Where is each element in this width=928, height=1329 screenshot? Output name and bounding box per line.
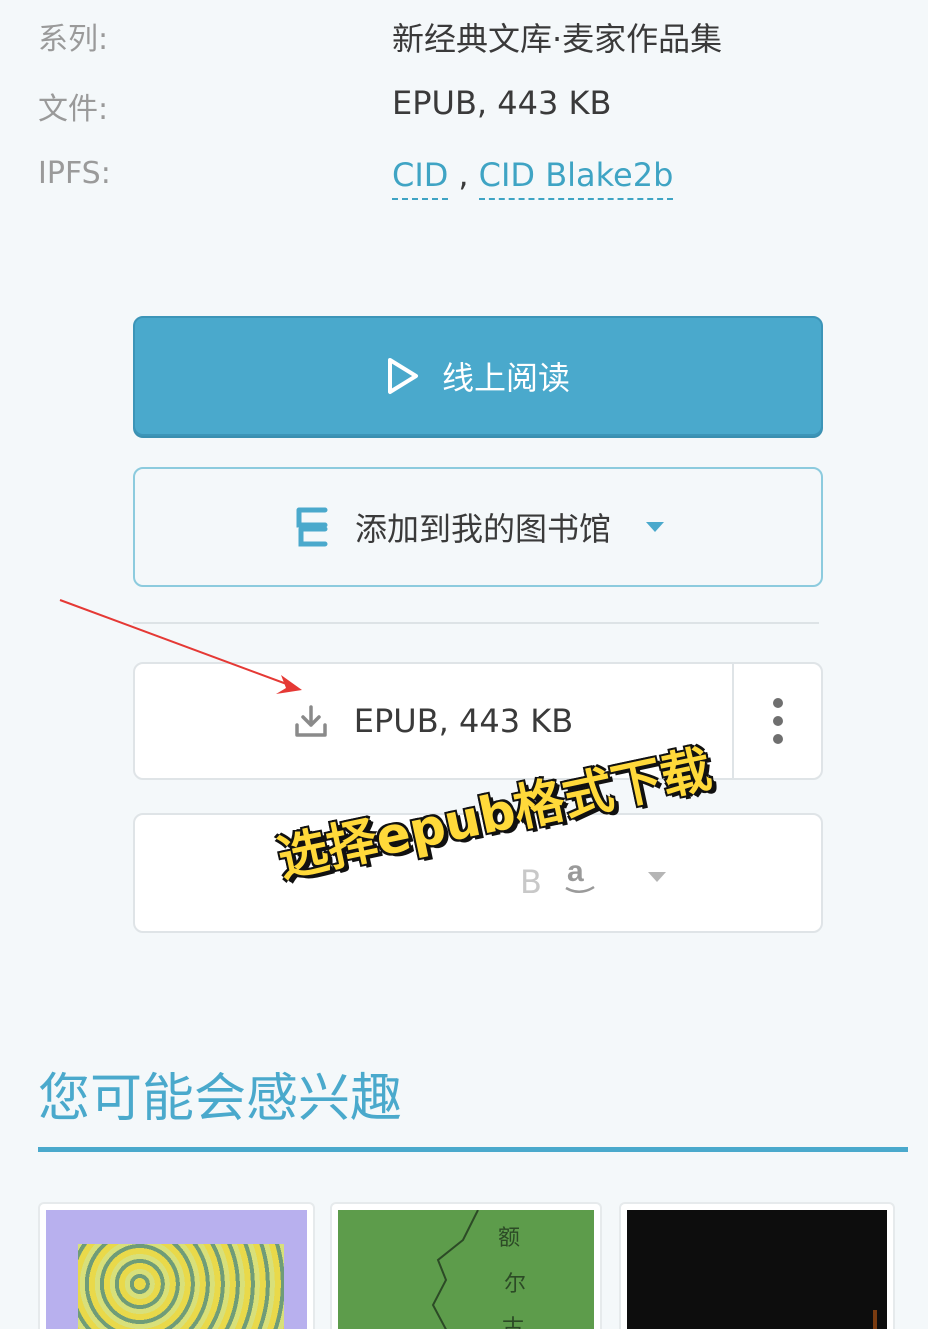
meta-row-file: 文件: EPUB, 443 KB	[0, 84, 928, 144]
read-online-label: 线上阅读	[441, 359, 570, 397]
recommend-rule	[38, 1147, 908, 1152]
book-cover-map-line	[431, 1210, 479, 1329]
book-cover-3	[627, 1210, 887, 1329]
book-cover-glyph-2: 尔	[504, 1272, 527, 1297]
add-to-library-button[interactable]: 添加到我的图书馆	[133, 467, 823, 587]
file-label: 文件:	[38, 92, 109, 127]
book-cover-2: 额 尔 古	[338, 1210, 594, 1329]
meta-row-ipfs: IPFS: CID, CID Blake2b	[0, 156, 928, 216]
amazon-icon: a	[563, 853, 597, 897]
download-icon	[294, 704, 328, 738]
add-to-library-label: 添加到我的图书馆	[354, 510, 611, 548]
send-caret-down-icon	[647, 871, 667, 883]
ipfs-separator: ,	[458, 156, 469, 194]
book-cover-glyph-3: 古	[502, 1316, 525, 1329]
caret-down-icon[interactable]	[645, 521, 665, 533]
book-card-2[interactable]: 额 尔 古	[330, 1202, 602, 1329]
download-label: EPUB, 443 KB	[353, 702, 574, 740]
series-label: 系列:	[38, 22, 109, 57]
more-vertical-icon	[772, 698, 784, 744]
svg-text:a: a	[567, 855, 584, 888]
partial-b-glyph: B	[520, 863, 542, 901]
book-card-1[interactable]	[38, 1202, 315, 1329]
book-cover-accent	[873, 1310, 877, 1329]
book-card-3[interactable]	[619, 1202, 895, 1329]
series-value: 新经典文库·麦家作品集	[392, 20, 723, 58]
book-cover-glyph-1: 额	[498, 1226, 521, 1251]
ipfs-cid-link[interactable]: CID	[392, 156, 449, 200]
library-icon	[291, 506, 333, 548]
ipfs-cid-blake2b-link[interactable]: CID Blake2b	[478, 156, 674, 200]
book-cover-pattern	[78, 1244, 284, 1329]
book-cover-1	[46, 1210, 307, 1329]
ipfs-label: IPFS:	[38, 156, 111, 191]
file-value: EPUB, 443 KB	[392, 84, 612, 122]
section-divider	[133, 622, 819, 624]
ipfs-links: CID, CID Blake2b	[392, 156, 674, 200]
read-online-button[interactable]: 线上阅读	[133, 316, 823, 436]
play-icon	[386, 357, 420, 395]
recommend-title: 您可能会感兴趣	[38, 1069, 403, 1129]
meta-row-series: 系列: 新经典文库·麦家作品集	[0, 14, 928, 74]
